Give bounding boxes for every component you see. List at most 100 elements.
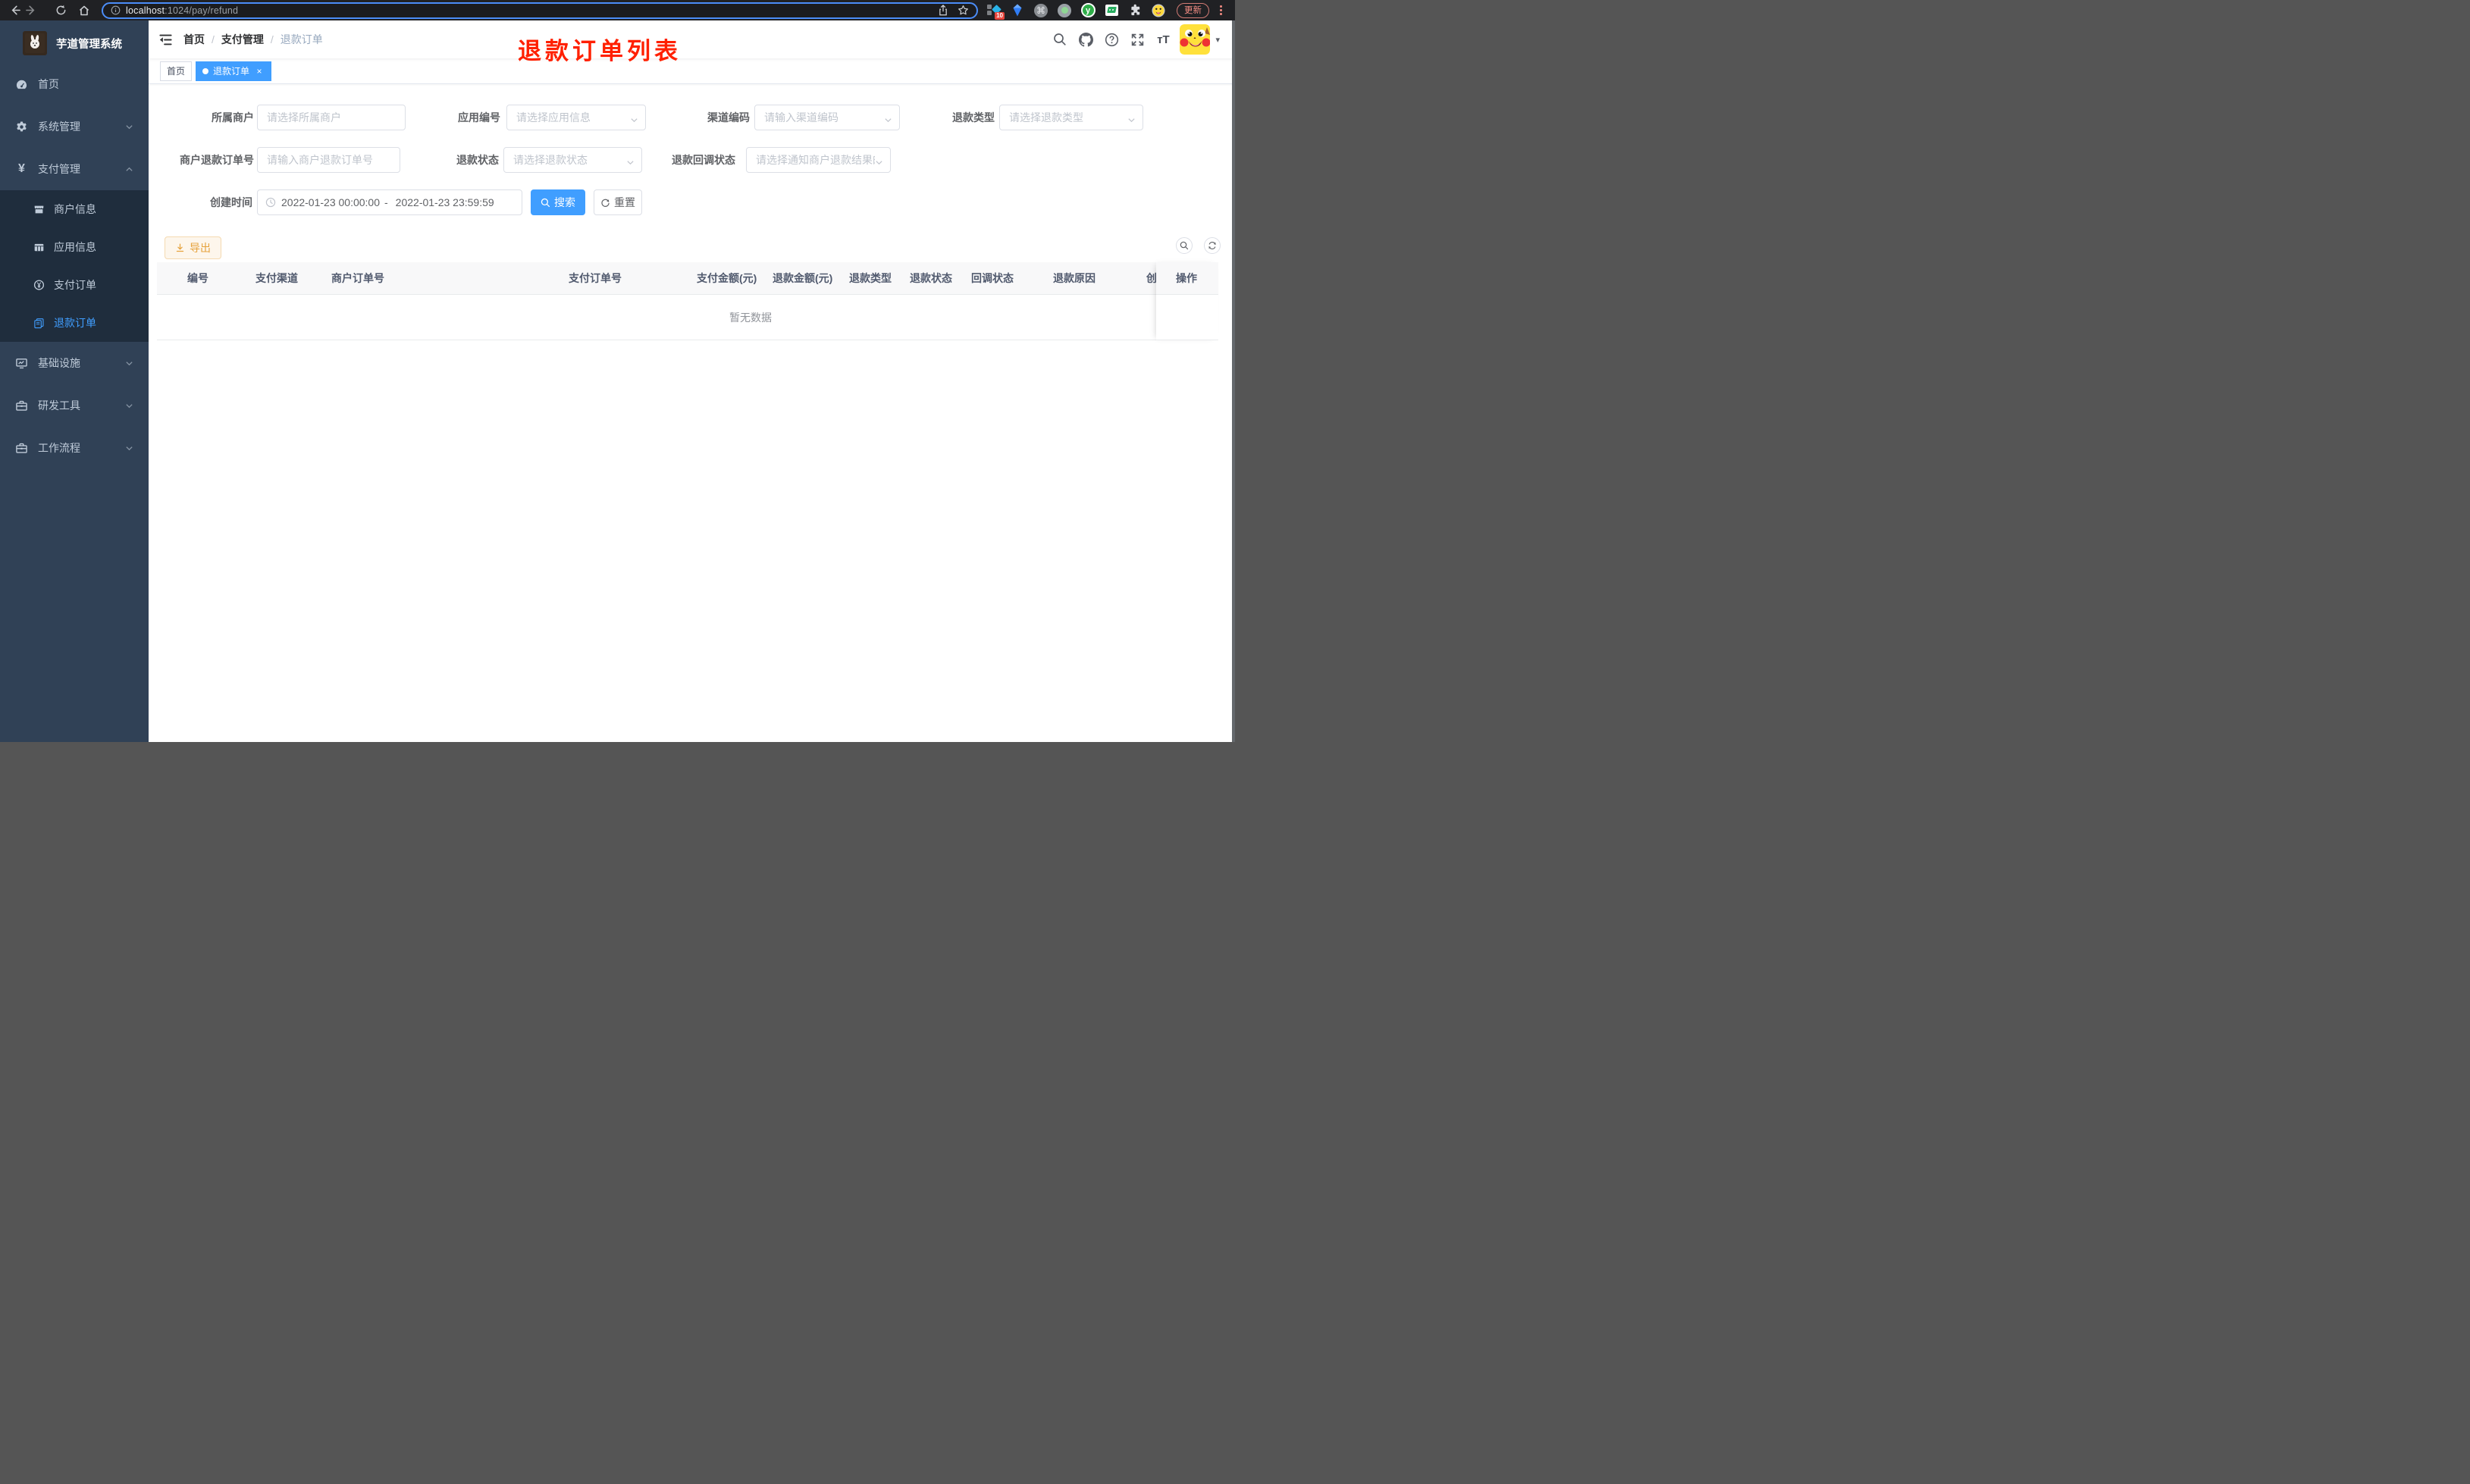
site-info-icon[interactable] [111, 5, 121, 15]
browser-reload-icon[interactable] [52, 2, 69, 19]
extension-y-icon[interactable]: y [1080, 3, 1096, 17]
shop-icon [33, 204, 45, 215]
extension-tabs-icon[interactable]: 10 [986, 4, 1005, 20]
col-header-pay-channel: 支付渠道 [255, 272, 298, 284]
tag-home[interactable]: 首页 [160, 61, 193, 81]
app-placeholder: 请选择应用信息 [516, 111, 591, 124]
sidebar-item-infrastructure[interactable]: 基础设施 [0, 342, 149, 384]
font-size-icon[interactable]: тT [1150, 20, 1176, 58]
breadcrumb-home[interactable]: 首页 [183, 32, 205, 47]
browser-update-button[interactable]: 更新 [1177, 2, 1209, 18]
table-search-toggle-button[interactable] [1176, 237, 1193, 254]
date-range-separator: - [384, 196, 388, 208]
app-select[interactable]: 请选择应用信息 [506, 105, 646, 130]
sidebar-item-workflow[interactable]: 工作流程 [0, 427, 149, 469]
extension-dot-icon[interactable] [1057, 3, 1072, 17]
table-header-row: 编号 支付渠道 商户订单号 支付订单号 支付金额(元) 退款金额(元) 退款类型… [157, 262, 1218, 295]
browser-menu-icon[interactable] [1215, 4, 1226, 17]
merchant-input[interactable]: 请选择所属商户 [257, 105, 406, 130]
share-icon[interactable] [938, 5, 948, 16]
col-header-pay-order-no: 支付订单号 [569, 272, 622, 284]
sidebar-item-label: 退款订单 [54, 317, 96, 329]
top-navbar: 首页 / 支付管理 / 退款订单 тT ▾ [149, 20, 1235, 58]
sidebar: 芋道管理系统 首页 系统管理 ¥ 支付管理 商户信息 应用信息 支付订单 退款订… [0, 20, 149, 742]
sidebar-item-payment[interactable]: ¥ 支付管理 [0, 148, 149, 190]
monitor-icon [15, 357, 28, 370]
url-bar[interactable]: localhost:1024/pay/refund [102, 2, 978, 19]
sidebar-item-system[interactable]: 系统管理 [0, 105, 149, 148]
refund-type-select[interactable]: 请选择退款类型 [999, 105, 1143, 130]
filter-merchant-refund-no-label: 商户退款订单号 [180, 154, 254, 166]
breadcrumb-separator: / [212, 33, 215, 45]
channel-select[interactable]: 请输入渠道编码 [754, 105, 900, 130]
reset-button[interactable]: 重置 [594, 189, 642, 215]
page-title: 退款订单列表 [518, 38, 682, 64]
search-icon[interactable] [1047, 20, 1073, 58]
toolbox-icon [15, 399, 28, 412]
extension-badge: 10 [995, 11, 1005, 20]
window-scrollbar[interactable] [1232, 20, 1235, 742]
col-header-merchant-order-no: 商户订单号 [331, 272, 384, 284]
filter-app-label: 应用编号 [458, 111, 500, 124]
refund-status-select[interactable]: 请选择退款状态 [503, 147, 642, 173]
tag-close-icon[interactable]: × [254, 66, 265, 77]
search-button-label: 搜索 [554, 196, 575, 208]
sidebar-item-pay-order[interactable]: 支付订单 [0, 266, 149, 304]
merchant-refund-no-input[interactable]: 请输入商户退款订单号 [257, 147, 400, 173]
col-header-refund-reason: 退款原因 [1053, 272, 1096, 284]
extension-chat-icon[interactable] [1104, 4, 1119, 17]
github-icon[interactable] [1073, 20, 1099, 58]
sidebar-item-label: 工作流程 [38, 442, 80, 454]
briefcase-icon [15, 442, 28, 455]
table-icon [33, 242, 45, 253]
tag-active-dot [202, 67, 209, 74]
app-logo-row[interactable]: 芋道管理系统 [0, 20, 149, 55]
fullscreen-icon[interactable] [1124, 20, 1150, 58]
extension-cmd-icon[interactable]: ⌘ [1033, 3, 1048, 17]
filter-merchant-label: 所属商户 [212, 111, 254, 124]
table-refresh-button[interactable] [1204, 237, 1221, 254]
sidebar-item-label: 应用信息 [54, 241, 96, 253]
col-header-refund-type: 退款类型 [849, 272, 892, 284]
create-time-range-input[interactable]: 2022-01-23 00:00:00 - 2022-01-23 23:59:5… [257, 189, 522, 215]
filter-channel-label: 渠道编码 [707, 111, 750, 124]
screen: localhost:1024/pay/refund 10 ⌘ y 更新 芋道管理… [0, 0, 1235, 742]
channel-placeholder: 请输入渠道编码 [764, 111, 838, 124]
bookmark-star-icon[interactable] [958, 5, 969, 16]
sidebar-item-dev-tools[interactable]: 研发工具 [0, 384, 149, 427]
help-icon[interactable] [1099, 20, 1124, 58]
browser-home-icon[interactable] [76, 2, 92, 19]
extension-gem-icon[interactable] [1010, 4, 1025, 17]
table-fixed-action-column: 操作 [1156, 262, 1218, 340]
extensions-puzzle-icon[interactable] [1127, 4, 1143, 17]
col-header-pay-amount: 支付金额(元) [697, 272, 757, 284]
url-text: localhost:1024/pay/refund [126, 5, 238, 16]
breadcrumb-payment[interactable]: 支付管理 [221, 32, 264, 47]
sidebar-item-label: 支付订单 [54, 279, 96, 291]
extension-emoji-icon[interactable] [1151, 4, 1166, 17]
browser-forward-icon[interactable] [23, 2, 39, 19]
tag-refund-order[interactable]: 退款订单 × [196, 61, 272, 81]
dashboard-icon [15, 78, 28, 91]
sidebar-item-refund-order[interactable]: 退款订单 [0, 304, 149, 342]
url-host: localhost [126, 5, 165, 16]
tag-label: 首页 [167, 66, 186, 77]
caret-down-icon[interactable]: ▾ [1215, 35, 1220, 45]
search-button[interactable]: 搜索 [531, 189, 585, 215]
tag-label: 退款订单 [213, 66, 250, 77]
export-button[interactable]: 导出 [165, 236, 221, 259]
browser-back-icon[interactable] [6, 2, 23, 19]
sidebar-item-merchant-info[interactable]: 商户信息 [0, 190, 149, 228]
sidebar-item-label: 系统管理 [38, 121, 80, 133]
sidebar-item-home[interactable]: 首页 [0, 63, 149, 105]
col-header-refund-amount: 退款金额(元) [773, 272, 833, 284]
user-avatar[interactable] [1180, 24, 1211, 55]
tags-bar: 首页 退款订单 × [149, 58, 1235, 84]
callback-status-select[interactable]: 请选择通知商户退款结果的 [746, 147, 891, 173]
create-time-end-value: 2022-01-23 23:59:59 [395, 196, 494, 208]
reset-button-label: 重置 [614, 196, 635, 208]
sidebar-item-app-info[interactable]: 应用信息 [0, 228, 149, 266]
navbar-actions: тT ▾ [1047, 20, 1235, 58]
sidebar-fold-icon[interactable] [149, 33, 183, 47]
gear-icon [15, 121, 28, 133]
